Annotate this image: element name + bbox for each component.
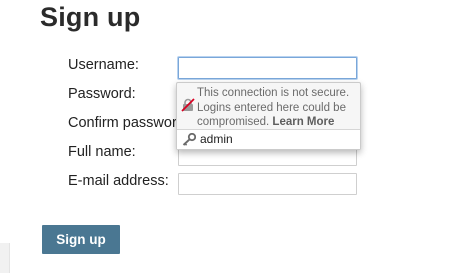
insecure-lock-icon — [181, 98, 195, 112]
learn-more-link[interactable]: Learn More — [272, 116, 334, 128]
password-label: Password: — [68, 86, 136, 102]
email-label: E-mail address: — [68, 173, 169, 189]
page-edge-fragment — [0, 243, 10, 273]
email-input[interactable] — [179, 174, 356, 194]
email-field[interactable] — [178, 173, 357, 195]
sign-up-button[interactable]: Sign up — [42, 225, 120, 254]
saved-login-item[interactable]: admin — [177, 130, 360, 149]
page-title: Sign up — [40, 2, 141, 32]
username-input[interactable] — [179, 58, 356, 78]
username-field[interactable] — [178, 57, 357, 79]
saved-login-username: admin — [200, 132, 233, 146]
confirm-password-label: Confirm password: — [68, 115, 189, 131]
insecure-warning: This connection is not secure. Logins en… — [177, 83, 360, 129]
key-icon — [182, 132, 197, 146]
full-name-label: Full name: — [68, 144, 136, 160]
username-label: Username: — [68, 57, 139, 73]
warning-message: This connection is not secure. Logins en… — [197, 86, 357, 130]
insecure-login-popup: This connection is not secure. Logins en… — [176, 82, 361, 150]
